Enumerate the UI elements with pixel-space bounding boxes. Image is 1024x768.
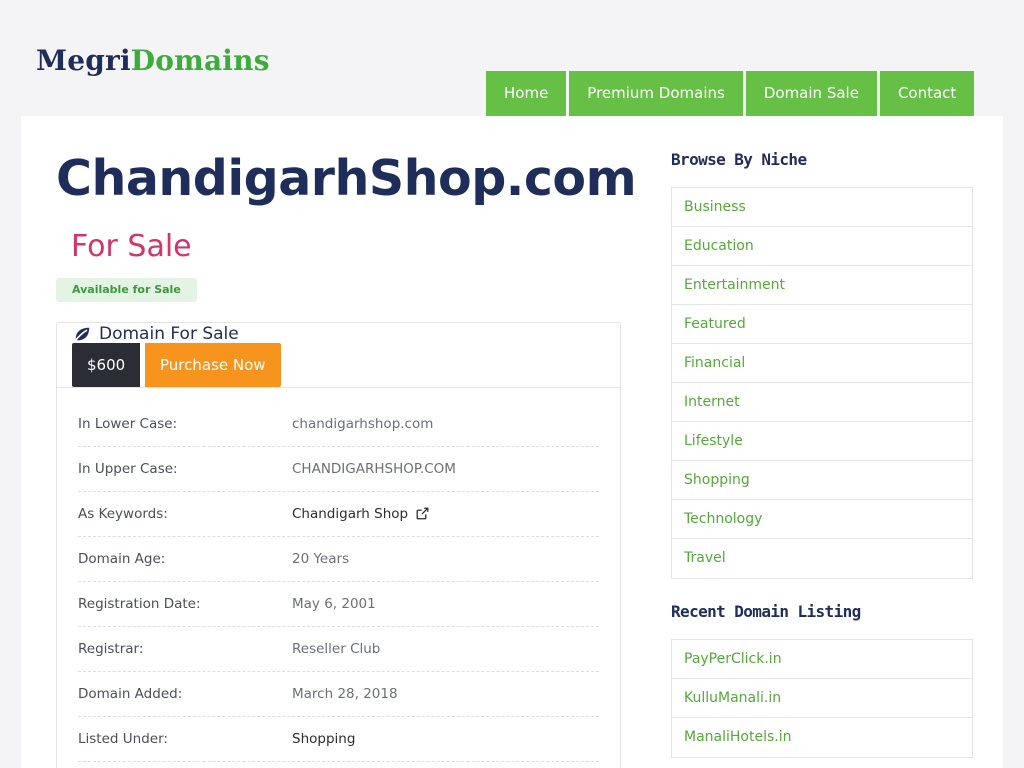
niche-item-financial[interactable]: Financial [672, 344, 972, 383]
logo-part-domains: Domains [130, 44, 270, 77]
leaf-icon [73, 327, 90, 343]
detail-label: Registration Date: [78, 596, 201, 612]
detail-label: Domain Age: [78, 551, 166, 567]
detail-value: 20 Years [292, 551, 350, 567]
detail-value: CHANDIGARHSHOP.COM [292, 461, 456, 477]
niche-item-technology[interactable]: Technology [672, 500, 972, 539]
purchase-now-button[interactable]: Purchase Now [145, 343, 281, 387]
recent-item-kullumanali[interactable]: KulluManali.in [672, 679, 972, 718]
external-link-icon [416, 507, 429, 520]
recent-item-payperclick[interactable]: PayPerClick.in [672, 640, 972, 679]
recent-listing-heading: Recent Domain Listing [671, 602, 861, 621]
keywords-link[interactable]: Chandigarh Shop [292, 506, 429, 522]
domain-title: ChandigarhShop.com [56, 150, 637, 207]
detail-row-registration-date: Registration Date: May 6, 2001 [78, 582, 599, 627]
for-sale-heading: For Sale [71, 229, 192, 264]
nav-domain-sale[interactable]: Domain Sale [745, 71, 877, 116]
detail-label: Domain Added: [78, 686, 183, 702]
detail-label: As Keywords: [78, 506, 168, 522]
panel-title-text: Domain For Sale [99, 324, 239, 344]
niche-item-lifestyle[interactable]: Lifestyle [672, 422, 972, 461]
detail-row-registrar: Registrar: Reseller Club [78, 627, 599, 672]
niche-item-entertainment[interactable]: Entertainment [672, 266, 972, 305]
nav-premium-domains[interactable]: Premium Domains [569, 71, 743, 116]
detail-row-lower-case: In Lower Case: chandigarhshop.com [78, 402, 599, 447]
nav-contact[interactable]: Contact [879, 71, 975, 116]
detail-row-listed-under: Listed Under: Shopping [78, 717, 599, 762]
main-nav: Home Premium Domains Domain Sale Contact [486, 71, 975, 116]
logo-part-megri: Megri [36, 44, 131, 77]
detail-value: May 6, 2001 [292, 596, 376, 612]
niche-item-business[interactable]: Business [672, 188, 972, 227]
browse-by-niche-heading: Browse By Niche [671, 150, 807, 169]
detail-row-upper-case: In Upper Case: CHANDIGARHSHOP.COM [78, 447, 599, 492]
detail-label: Listed Under: [78, 731, 168, 747]
site-logo[interactable]: MegriDomains [36, 44, 270, 77]
detail-label: Registrar: [78, 641, 144, 657]
panel-title: Domain For Sale [73, 324, 239, 344]
panel-header: Domain For Sale $600 Purchase Now [57, 323, 620, 388]
detail-row-domain-age: Domain Age: 20 Years [78, 537, 599, 582]
detail-row-keywords: As Keywords: Chandigarh Shop [78, 492, 599, 537]
recent-item-manalihotels[interactable]: ManaliHotels.in [672, 718, 972, 757]
niche-item-internet[interactable]: Internet [672, 383, 972, 422]
detail-value: Reseller Club [292, 641, 381, 657]
detail-value: chandigarhshop.com [292, 416, 434, 432]
listed-under-link[interactable]: Shopping [292, 731, 355, 747]
availability-badge: Available for Sale [56, 278, 197, 302]
keywords-link-text: Chandigarh Shop [292, 506, 409, 522]
detail-label: In Upper Case: [78, 461, 178, 477]
recent-listing-list: PayPerClick.in KulluManali.in ManaliHote… [671, 639, 973, 758]
niche-item-shopping[interactable]: Shopping [672, 461, 972, 500]
domain-details: In Lower Case: chandigarhshop.com In Upp… [78, 402, 599, 762]
niche-item-featured[interactable]: Featured [672, 305, 972, 344]
niche-list: Business Education Entertainment Feature… [671, 187, 973, 579]
detail-value: March 28, 2018 [292, 686, 398, 702]
detail-row-domain-added: Domain Added: March 28, 2018 [78, 672, 599, 717]
price-button[interactable]: $600 [72, 343, 141, 387]
niche-item-education[interactable]: Education [672, 227, 972, 266]
domain-sale-panel: Domain For Sale $600 Purchase Now In Low… [56, 322, 621, 768]
niche-item-travel[interactable]: Travel [672, 539, 972, 578]
nav-home[interactable]: Home [486, 71, 567, 116]
detail-label: In Lower Case: [78, 416, 178, 432]
